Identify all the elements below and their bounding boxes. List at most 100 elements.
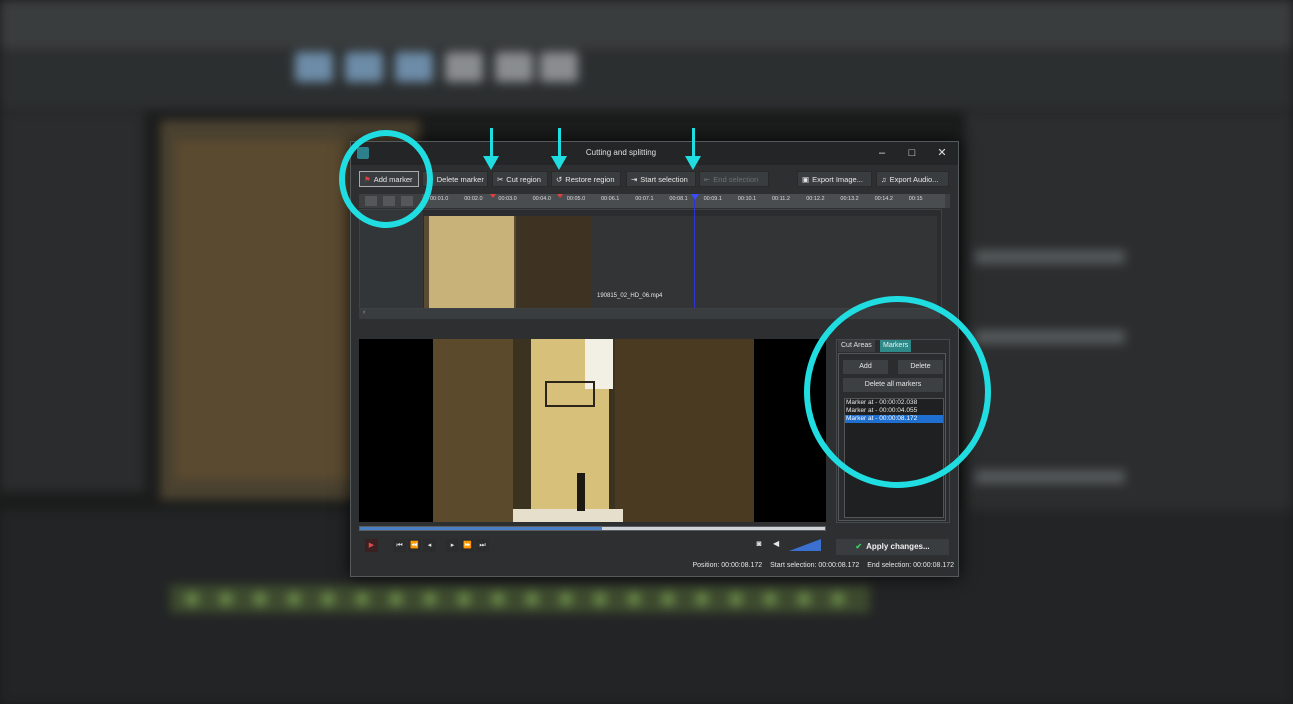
step-forward-icon[interactable]: ▸ xyxy=(446,539,459,552)
ruler-tick-label: 00:15 xyxy=(908,196,923,202)
bg-dot xyxy=(321,592,335,606)
restore-region-button[interactable]: ↺ Restore region xyxy=(551,171,621,187)
bg-dot xyxy=(729,592,743,606)
ruler-tick-label: 00:03.0 xyxy=(498,196,517,202)
ruler-tick-label: 00:07.1 xyxy=(635,196,654,202)
timeline-track[interactable]: 190815_02_HD_06.mp4 xyxy=(359,209,942,309)
ruler-tick-label: 00:02.0 xyxy=(464,196,483,202)
ruler-marker[interactable] xyxy=(490,194,496,198)
ruler-tick-label: 00:05.0 xyxy=(566,196,586,202)
bg-dot xyxy=(627,592,641,606)
bg-dot xyxy=(559,592,573,606)
clip-thumbnail-image xyxy=(516,216,592,308)
bg-dot xyxy=(185,592,199,606)
bg-dot xyxy=(763,592,777,606)
arrow-down-icon xyxy=(483,156,499,170)
arrow-down-icon xyxy=(551,156,567,170)
frame-balcony xyxy=(545,381,595,407)
check-icon: ✔ xyxy=(855,542,863,551)
bg-dot xyxy=(525,592,539,606)
highlight-circle-markers-panel xyxy=(804,296,991,488)
arrow-down-icon xyxy=(685,156,701,170)
dialog-title: Cutting and splitting xyxy=(585,148,657,157)
status-position: Position: 00:00:08.172 xyxy=(692,562,763,569)
play-icon[interactable]: ▶ xyxy=(365,539,378,552)
ruler-tick-label: 00:08.1 xyxy=(669,196,688,202)
export-image-button[interactable]: ▣ Export Image... xyxy=(797,171,872,187)
ruler-tick-label: 00:11.2 xyxy=(772,196,790,202)
rewind-icon[interactable]: ⏪ xyxy=(408,539,421,552)
bg-dot xyxy=(219,592,233,606)
ruler-tick-label: 00:12.2 xyxy=(806,196,825,202)
end-selection-button[interactable]: ⇤ End selection xyxy=(699,171,769,187)
skip-to-start-icon[interactable]: ⏮ xyxy=(393,539,406,552)
status-start-selection: Start selection: 00:00:08.172 xyxy=(770,562,860,569)
frame-wall-right xyxy=(615,339,754,522)
bg-dot xyxy=(695,592,709,606)
apply-changes-button[interactable]: ✔ Apply changes... xyxy=(836,539,949,555)
bg-dot xyxy=(831,592,845,606)
bg-dot xyxy=(457,592,471,606)
clip-thumbnail[interactable] xyxy=(424,216,592,308)
status-bar: Position: 00:00:08.172 Start selection: … xyxy=(351,562,955,569)
minimize-button[interactable]: – xyxy=(873,145,891,161)
restore-icon: ↺ xyxy=(556,175,563,184)
volume-slider[interactable] xyxy=(789,539,821,551)
bg-dot xyxy=(797,592,811,606)
playhead-handle[interactable] xyxy=(691,194,699,200)
video-preview xyxy=(359,339,826,522)
ruler-track[interactable]: 00:01.0 00:02.0 00:03.0 00:04.0 00:05.0 00:06… xyxy=(422,194,945,208)
ruler-tick-label: 00:09.1 xyxy=(703,196,722,202)
maximize-button[interactable]: □ xyxy=(903,145,921,161)
bg-dot xyxy=(389,592,403,606)
fast-forward-icon[interactable]: ⏩ xyxy=(461,539,474,552)
scissors-icon: ✂ xyxy=(497,175,504,184)
start-selection-button[interactable]: ⇥ Start selection xyxy=(626,171,696,187)
skip-to-end-icon[interactable]: ⏭ xyxy=(476,539,489,552)
status-end-selection: End selection: 00:00:08.172 xyxy=(867,562,954,569)
seek-bar-progress xyxy=(360,527,602,530)
ruler-tick-label: 00:01.0 xyxy=(430,196,449,202)
end-selection-icon: ⇤ xyxy=(704,175,711,184)
bg-bar xyxy=(975,330,1125,344)
seek-bar[interactable] xyxy=(359,526,826,531)
bg-menubar xyxy=(0,0,1293,48)
arrow-line xyxy=(558,128,561,158)
start-selection-icon: ⇥ xyxy=(631,175,638,184)
speaker-icon[interactable]: ◀ xyxy=(773,539,779,548)
cut-region-button[interactable]: ✂ Cut region xyxy=(492,171,548,187)
bg-thumb xyxy=(495,52,533,82)
bg-dot xyxy=(423,592,437,606)
clip-thumbnail-image xyxy=(429,216,514,308)
audio-icon: ♫ xyxy=(881,175,887,184)
ruler-marker[interactable] xyxy=(557,194,563,198)
video-frame xyxy=(433,339,754,522)
frame-person xyxy=(577,473,585,511)
step-back-icon[interactable]: ◂ xyxy=(423,539,436,552)
arrow-line xyxy=(692,128,695,158)
clip-name: 190815_02_HD_06.mp4 xyxy=(597,293,663,299)
camera-icon[interactable]: ◙ xyxy=(752,539,766,552)
ruler-tick-label: 00:13.2 xyxy=(840,196,859,202)
bg-dot xyxy=(491,592,505,606)
bg-dot xyxy=(593,592,607,606)
ruler-tick-label: 00:06.1 xyxy=(601,196,620,202)
toolbar: ⚑ Add marker ⚐ Delete marker ✂ Cut region ↺… xyxy=(351,168,958,190)
bg-dot xyxy=(253,592,267,606)
ruler-tick-label: 00:10.1 xyxy=(737,196,757,202)
bg-dot xyxy=(287,592,301,606)
close-button[interactable]: ✕ xyxy=(933,145,951,161)
bg-thumb xyxy=(445,52,483,82)
arrow-line xyxy=(490,128,493,158)
scroll-left-icon[interactable]: ‹ xyxy=(363,309,365,316)
highlight-circle-add-marker xyxy=(339,130,433,228)
title-bar: Cutting and splitting – □ ✕ xyxy=(351,142,958,165)
bg-thumb xyxy=(295,52,333,82)
timeline-ruler[interactable]: 00:01.0 00:02.0 00:03.0 00:04.0 00:05.0 00:06… xyxy=(359,194,950,208)
export-audio-button[interactable]: ♫ Export Audio... xyxy=(876,171,949,187)
playhead[interactable] xyxy=(694,194,695,308)
bg-left-panel xyxy=(0,112,145,492)
bg-thumb xyxy=(540,52,578,82)
bg-ribbon xyxy=(0,48,1293,110)
bg-dot xyxy=(355,592,369,606)
